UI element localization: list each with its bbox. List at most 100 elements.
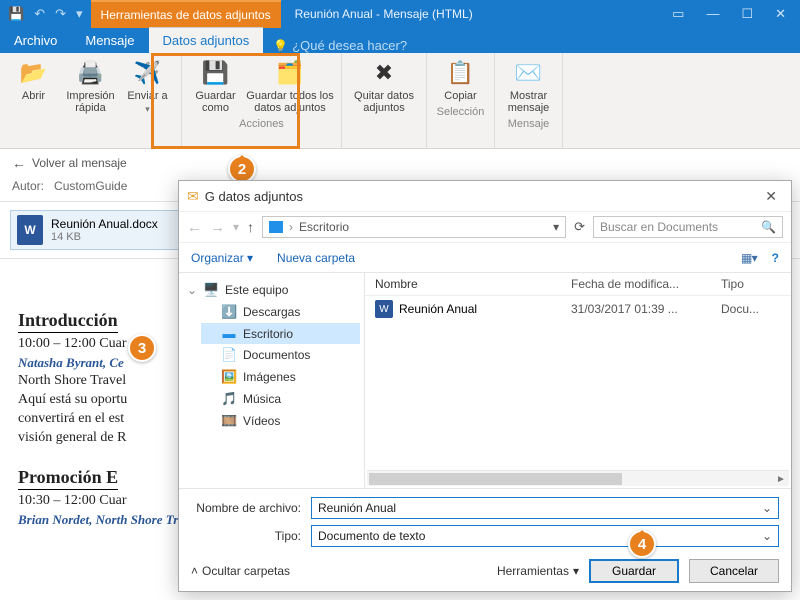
send-to-button[interactable]: ✈️Enviar a▾ [120,56,175,117]
word-file-icon: W [375,300,393,318]
show-message-label: Mostrar mensaje [501,90,556,114]
address-bar[interactable]: › Escritorio ▾ [262,216,566,238]
dialog-close-button[interactable]: ✕ [759,188,783,205]
save-button[interactable]: Guardar [589,559,679,583]
save-all-label: Guardar todos los datos adjuntos [245,90,335,114]
close-icon[interactable]: ✕ [775,6,786,22]
tree-this-pc[interactable]: ⌄🖥️Este equipo [183,279,360,301]
attachment-name: Reunión Anual.docx [51,217,158,231]
tree-downloads[interactable]: ⬇️Descargas [201,301,360,323]
minimize-icon[interactable]: — [706,6,719,22]
attachment-size: 14 KB [51,231,158,243]
scroll-thumb[interactable] [369,473,622,485]
remove-label: Quitar datos adjuntos [348,90,420,114]
tell-me-label: ¿Qué desea hacer? [292,38,407,53]
back-to-message[interactable]: ← Volver al mensaje [0,149,800,177]
folder-open-icon: 📂 [19,58,49,88]
file-date: 31/03/2017 01:39 ... [571,302,721,316]
desktop-icon [269,221,283,233]
quick-print-button[interactable]: 🖨️Impresión rápida [63,56,118,117]
redo-icon[interactable]: ↷ [55,6,66,22]
word-file-icon: W [17,215,43,245]
bulb-icon: 💡 [273,39,288,53]
tree-videos[interactable]: 🎞️Vídeos [201,410,360,432]
horizontal-scrollbar[interactable]: ◄ ► [367,470,789,486]
tab-message[interactable]: Mensaje [71,28,148,53]
send-icon: ✈️ [133,58,163,88]
x-icon: ✖ [369,58,399,88]
search-input[interactable]: Buscar en Documents 🔍 [593,216,783,238]
group-actions-label: Acciones [239,116,284,133]
copy-button[interactable]: 📋Copiar [433,56,488,104]
save-as-button[interactable]: 💾Guardar como [188,56,243,116]
callout-3: 3 [128,334,156,362]
chevron-down-icon[interactable]: ⌄ [762,529,772,543]
title-bar: 💾 ↶ ↷ ▾ Herramientas de datos adjuntos R… [0,0,800,28]
tree-documents[interactable]: 📄Documentos [201,344,360,366]
hide-folders-toggle[interactable]: ˄Ocultar carpetas [191,564,290,578]
col-type[interactable]: Tipo [721,277,781,291]
window-title: Reunión Anual - Mensaje (HTML) [281,7,659,21]
file-type: Docu... [721,302,781,316]
tab-attachments[interactable]: Datos adjuntos [149,27,264,53]
save-qat-icon[interactable]: 💾 [8,6,24,22]
open-button[interactable]: 📂 Abrir [6,56,61,117]
printer-icon: 🖨️ [76,58,106,88]
cancel-button[interactable]: Cancelar [689,559,779,583]
view-options-icon[interactable]: ▦ ▾ [741,251,756,265]
folder-tree: ⌄🖥️Este equipo ⬇️Descargas ▬Escritorio 📄… [179,273,365,488]
save-as-label: Guardar como [188,90,243,114]
search-icon: 🔍 [761,220,776,234]
new-folder-button[interactable]: Nueva carpeta [277,251,355,265]
back-label: Volver al mensaje [32,156,127,170]
organize-menu[interactable]: Organizar ▾ [191,251,253,265]
file-columns[interactable]: Nombre Fecha de modifica... Tipo [365,273,791,296]
tab-file[interactable]: Archivo [0,28,71,53]
remove-attachment-button[interactable]: ✖Quitar datos adjuntos [348,56,420,116]
file-row[interactable]: W Reunión Anual 31/03/2017 01:39 ... Doc… [365,296,791,322]
save-icon: 💾 [201,58,231,88]
callout-4: 4 [628,530,656,558]
save-all-button[interactable]: 🗂️Guardar todos los datos adjuntos [245,56,335,116]
qat-dropdown-icon[interactable]: ▾ [76,6,83,22]
filename-label: Nombre de archivo: [191,501,311,515]
ribbon-tabs: Archivo Mensaje Datos adjuntos 💡 ¿Qué de… [0,28,800,53]
help-icon[interactable]: ? [772,251,779,265]
tree-music[interactable]: 🎵Música [201,388,360,410]
file-name: Reunión Anual [399,302,571,316]
save-all-icon: 🗂️ [275,58,305,88]
tools-menu[interactable]: Herramientas▾ [497,564,579,578]
filetype-select[interactable]: Documento de texto⌄ [311,525,779,547]
group-selection-label: Selección [437,104,485,121]
tell-me[interactable]: 💡 ¿Qué desea hacer? [263,38,407,53]
dialog-envelope-icon: ✉ [187,188,199,205]
filename-input[interactable]: Reunión Anual⌄ [311,497,779,519]
maximize-icon[interactable]: ☐ [741,6,753,22]
group-message-label: Mensaje [508,116,550,133]
tree-images[interactable]: 🖼️Imágenes [201,366,360,388]
copy-icon: 📋 [446,58,476,88]
envelope-icon: ✉️ [514,58,544,88]
back-arrow-icon: ← [12,155,26,171]
chevron-down-icon[interactable]: ⌄ [762,501,772,515]
show-message-button[interactable]: ✉️Mostrar mensaje [501,56,556,116]
nav-up-icon[interactable]: ↑ [247,219,254,235]
contextual-tab-attachments: Herramientas de datos adjuntos [91,0,281,28]
callout-2: 2 [228,155,256,183]
col-date[interactable]: Fecha de modifica... [571,277,721,291]
col-name[interactable]: Nombre [375,277,571,291]
scroll-right-icon[interactable]: ► [773,471,789,487]
dialog-title: G datos adjuntos [205,189,754,204]
undo-icon[interactable]: ↶ [34,6,45,22]
refresh-icon[interactable]: ⟳ [574,219,585,235]
nav-forward-icon[interactable]: → [210,219,225,236]
chevron-up-icon: ˄ [191,564,198,578]
author-value: CustomGuide [54,179,127,193]
path-text: Escritorio [299,220,349,234]
ribbon-options-icon[interactable]: ▭ [672,6,684,22]
open-label: Abrir [22,90,45,102]
save-dialog: ✉ G datos adjuntos ✕ ← → ▾ ↑ › Escritori… [178,180,792,592]
send-to-label: Enviar a [127,90,167,102]
nav-back-icon[interactable]: ← [187,219,202,236]
tree-desktop[interactable]: ▬Escritorio [201,323,360,344]
